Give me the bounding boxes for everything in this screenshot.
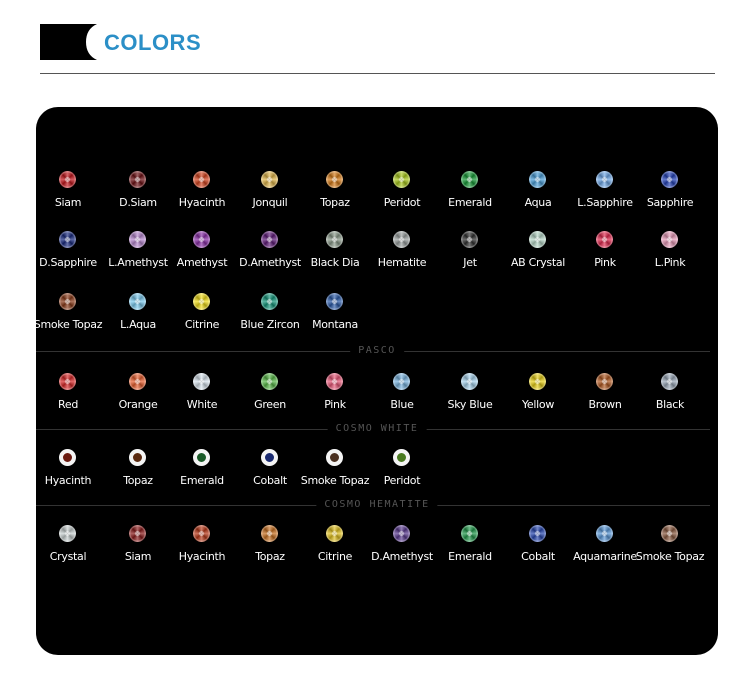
rhinestone-icon xyxy=(129,373,146,390)
color-name: Montana xyxy=(312,318,358,331)
rhinestone-icon xyxy=(596,525,613,542)
rhinestone-icon xyxy=(393,449,410,466)
rhinestone-icon xyxy=(193,231,210,248)
page-title: COLORS xyxy=(104,30,202,55)
rhinestone-icon xyxy=(326,525,343,542)
rhinestone-icon xyxy=(461,171,478,188)
rhinestone-icon xyxy=(193,293,210,310)
color-swatch: Black xyxy=(633,373,707,423)
color-name: Smoke Topaz xyxy=(635,550,705,563)
rhinestone-icon xyxy=(261,231,278,248)
rhinestone-icon xyxy=(326,231,343,248)
rhinestone-icon xyxy=(461,373,478,390)
section-divider: PASCO xyxy=(36,345,710,357)
rhinestone-icon xyxy=(393,171,410,188)
rhinestone-icon xyxy=(461,525,478,542)
rhinestone-icon xyxy=(59,231,76,248)
rhinestone-icon xyxy=(59,373,76,390)
rhinestone-icon xyxy=(393,373,410,390)
rhinestone-icon xyxy=(193,171,210,188)
section-title: COSMO WHITE xyxy=(327,423,427,434)
section-divider: COSMO WHITE xyxy=(36,423,710,435)
rhinestone-icon xyxy=(529,231,546,248)
color-swatch: Smoke Topaz xyxy=(633,525,707,575)
rhinestone-icon xyxy=(261,525,278,542)
rhinestone-icon xyxy=(326,293,343,310)
rhinestone-icon xyxy=(393,231,410,248)
section-title: COSMO HEMATITE xyxy=(316,499,438,510)
rhinestone-icon xyxy=(393,525,410,542)
rhinestone-icon xyxy=(59,525,76,542)
rhinestone-icon xyxy=(193,525,210,542)
rhinestone-icon xyxy=(129,293,146,310)
color-chart-panel: Siam D.Siam Hyacinth Jonquil Topaz Peridot Eme… xyxy=(36,107,718,655)
rhinestone-icon xyxy=(661,525,678,542)
rhinestone-icon xyxy=(261,373,278,390)
rhinestone-icon xyxy=(193,373,210,390)
rhinestone-icon xyxy=(129,171,146,188)
rhinestone-icon xyxy=(129,449,146,466)
color-name: L.Pink xyxy=(654,256,686,269)
section-divider: COSMO HEMATITE xyxy=(36,499,710,511)
rhinestone-icon xyxy=(129,231,146,248)
header-marker xyxy=(40,24,97,60)
rhinestone-icon xyxy=(529,525,546,542)
section-title: PASCO xyxy=(350,345,404,356)
rhinestone-icon xyxy=(661,171,678,188)
rhinestone-icon xyxy=(596,231,613,248)
header-divider xyxy=(40,73,715,74)
rhinestone-icon xyxy=(661,373,678,390)
rhinestone-icon xyxy=(59,293,76,310)
rhinestone-icon xyxy=(261,293,278,310)
color-swatch: Sapphire xyxy=(633,171,707,221)
rhinestone-icon xyxy=(261,171,278,188)
color-name: Sapphire xyxy=(646,196,694,209)
color-name: Black xyxy=(655,398,685,411)
rhinestone-icon xyxy=(529,373,546,390)
color-swatch: Montana xyxy=(298,293,372,343)
rhinestone-icon xyxy=(326,373,343,390)
rhinestone-icon xyxy=(461,231,478,248)
color-swatch: L.Pink xyxy=(633,231,707,281)
rhinestone-icon xyxy=(529,171,546,188)
color-swatch: Peridot xyxy=(365,449,439,499)
rhinestone-icon xyxy=(261,449,278,466)
rhinestone-icon xyxy=(596,373,613,390)
rhinestone-icon xyxy=(59,449,76,466)
color-name: Peridot xyxy=(383,474,421,487)
rhinestone-icon xyxy=(129,525,146,542)
rhinestone-icon xyxy=(59,171,76,188)
rhinestone-icon xyxy=(596,171,613,188)
rhinestone-icon xyxy=(193,449,210,466)
rhinestone-icon xyxy=(661,231,678,248)
rhinestone-icon xyxy=(326,171,343,188)
rhinestone-icon xyxy=(326,449,343,466)
